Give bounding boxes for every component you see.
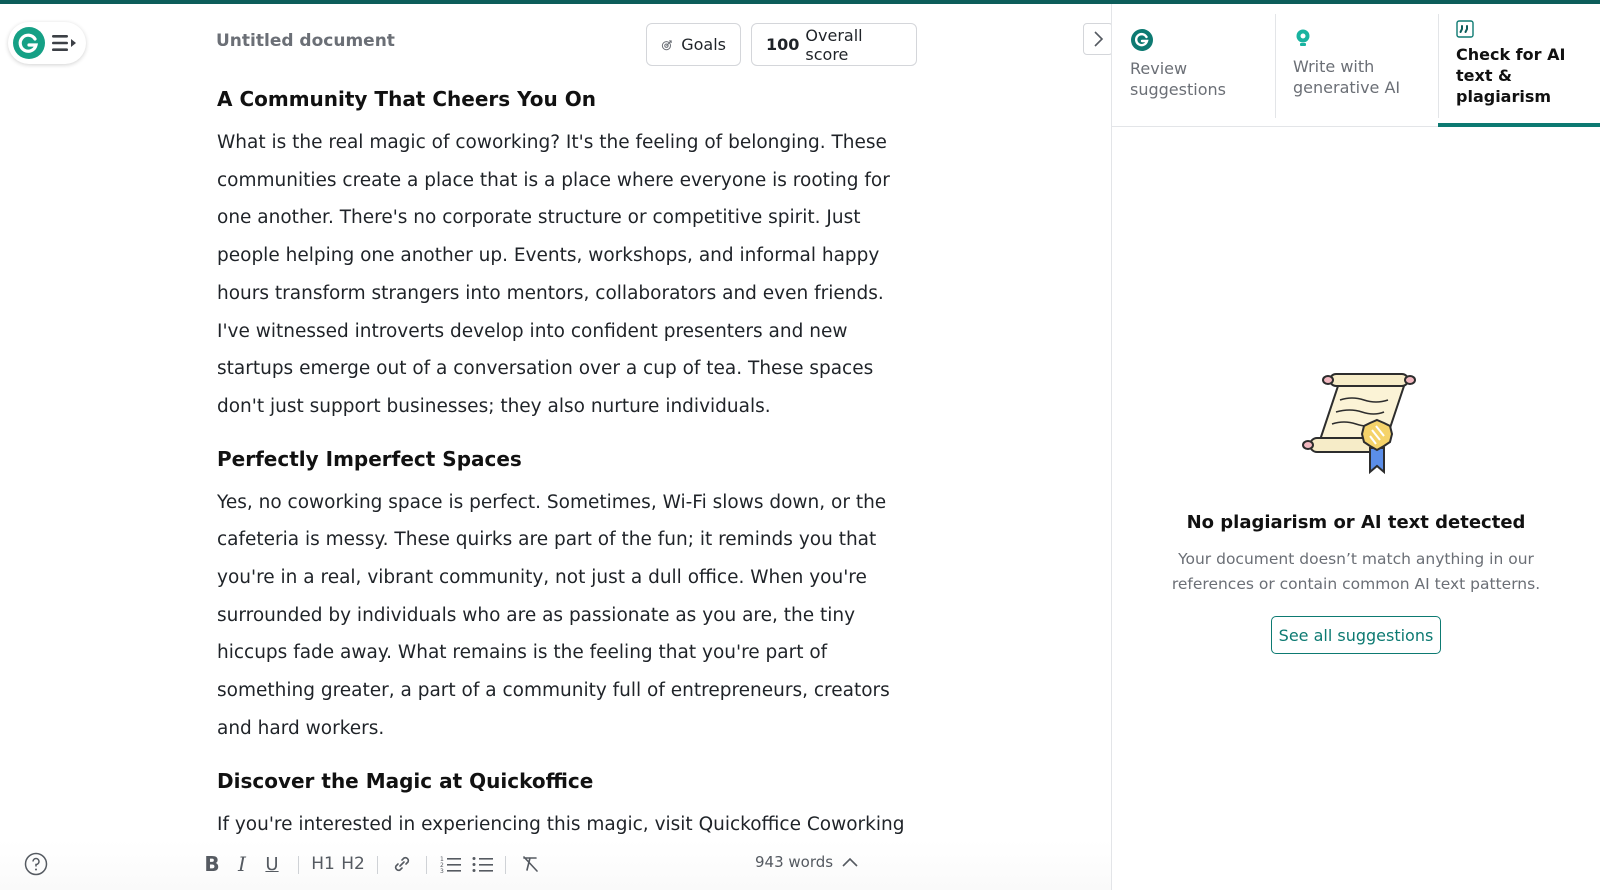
panel-tabs: Review suggestions Write with generative… [1112, 4, 1600, 127]
empty-state-description: Your document doesn’t match anything in … [1171, 550, 1541, 593]
collapse-panel-button[interactable] [1083, 23, 1113, 55]
grammarly-logo-icon [13, 27, 45, 59]
heading1-button[interactable]: H1 [310, 850, 336, 878]
tab-review-suggestions[interactable]: Review suggestions [1112, 14, 1275, 127]
document-editor[interactable]: A Community That Cheers You On What is t… [217, 84, 917, 840]
underline-button[interactable]: U [262, 850, 282, 878]
italic-button[interactable]: I [232, 850, 252, 878]
score-label: Overall score [805, 25, 863, 64]
document-section: Perfectly Imperfect Spaces Yes, no cowor… [217, 444, 917, 748]
tab-label: Write with generative AI [1293, 57, 1401, 97]
help-icon[interactable] [24, 852, 48, 876]
goals-button[interactable]: Goals [646, 23, 741, 66]
word-count-label: 943 words [755, 853, 834, 871]
section-paragraph: Yes, no coworking space is perfect. Some… [217, 491, 890, 739]
bullet-list-icon [472, 857, 493, 872]
assistant-panel: Review suggestions Write with generative… [1112, 4, 1600, 890]
quote-icon [1456, 20, 1474, 38]
toolbar-divider [377, 856, 378, 874]
numbered-list-icon: 1 2 3 [440, 856, 461, 874]
lightbulb-icon [1296, 29, 1310, 46]
grammarly-g-icon [1131, 29, 1153, 51]
document-title[interactable]: Untitled document [216, 31, 395, 51]
chevron-right-icon [1094, 31, 1104, 47]
toolbar-divider [505, 856, 506, 874]
tab-check-ai-plagiarism[interactable]: Check for AI text & plagiarism [1438, 14, 1600, 127]
chevron-up-icon [842, 857, 858, 867]
formatting-toolbar: B I U H1 H2 1 2 3 943 words [0, 840, 1111, 890]
score-value: 100 [766, 35, 800, 54]
tab-label: Check for AI text & plagiarism [1456, 45, 1566, 106]
toolbar-divider [298, 856, 299, 874]
target-icon [661, 39, 672, 50]
see-all-suggestions-button[interactable]: See all suggestions [1271, 616, 1441, 654]
word-count-toggle[interactable]: 943 words [755, 853, 859, 871]
section-heading: Discover the Magic at Quickoffice [217, 768, 594, 793]
empty-state-title: No plagiarism or AI text detected [1186, 512, 1526, 533]
section-paragraph: If you're interested in experiencing thi… [217, 813, 905, 835]
certificate-scroll-icon [1302, 373, 1416, 475]
document-section: Discover the Magic at Quickoffice If you… [217, 766, 917, 840]
document-section: A Community That Cheers You On What is t… [217, 84, 917, 426]
app-menu-pill[interactable] [8, 22, 86, 64]
clear-format-icon [523, 856, 538, 872]
section-heading: Perfectly Imperfect Spaces [217, 446, 522, 471]
bold-button[interactable]: B [200, 850, 224, 878]
menu-icon [52, 35, 76, 51]
tab-write-generative-ai[interactable]: Write with generative AI [1275, 14, 1438, 127]
heading2-button[interactable]: H2 [340, 850, 366, 878]
svg-text:3: 3 [440, 868, 444, 874]
goals-label: Goals [681, 35, 726, 54]
overall-score-button[interactable]: 100 Overall score [751, 23, 917, 66]
link-icon [394, 856, 410, 872]
clear-formatting-button[interactable] [518, 850, 542, 878]
numbered-list-button[interactable]: 1 2 3 [438, 850, 464, 878]
section-heading: A Community That Cheers You On [217, 87, 596, 111]
link-button[interactable] [390, 850, 414, 878]
toolbar-divider [426, 856, 427, 874]
bullet-list-button[interactable] [470, 850, 496, 878]
tab-label: Review suggestions [1130, 59, 1226, 99]
section-paragraph: What is the real magic of coworking? It'… [217, 132, 890, 417]
